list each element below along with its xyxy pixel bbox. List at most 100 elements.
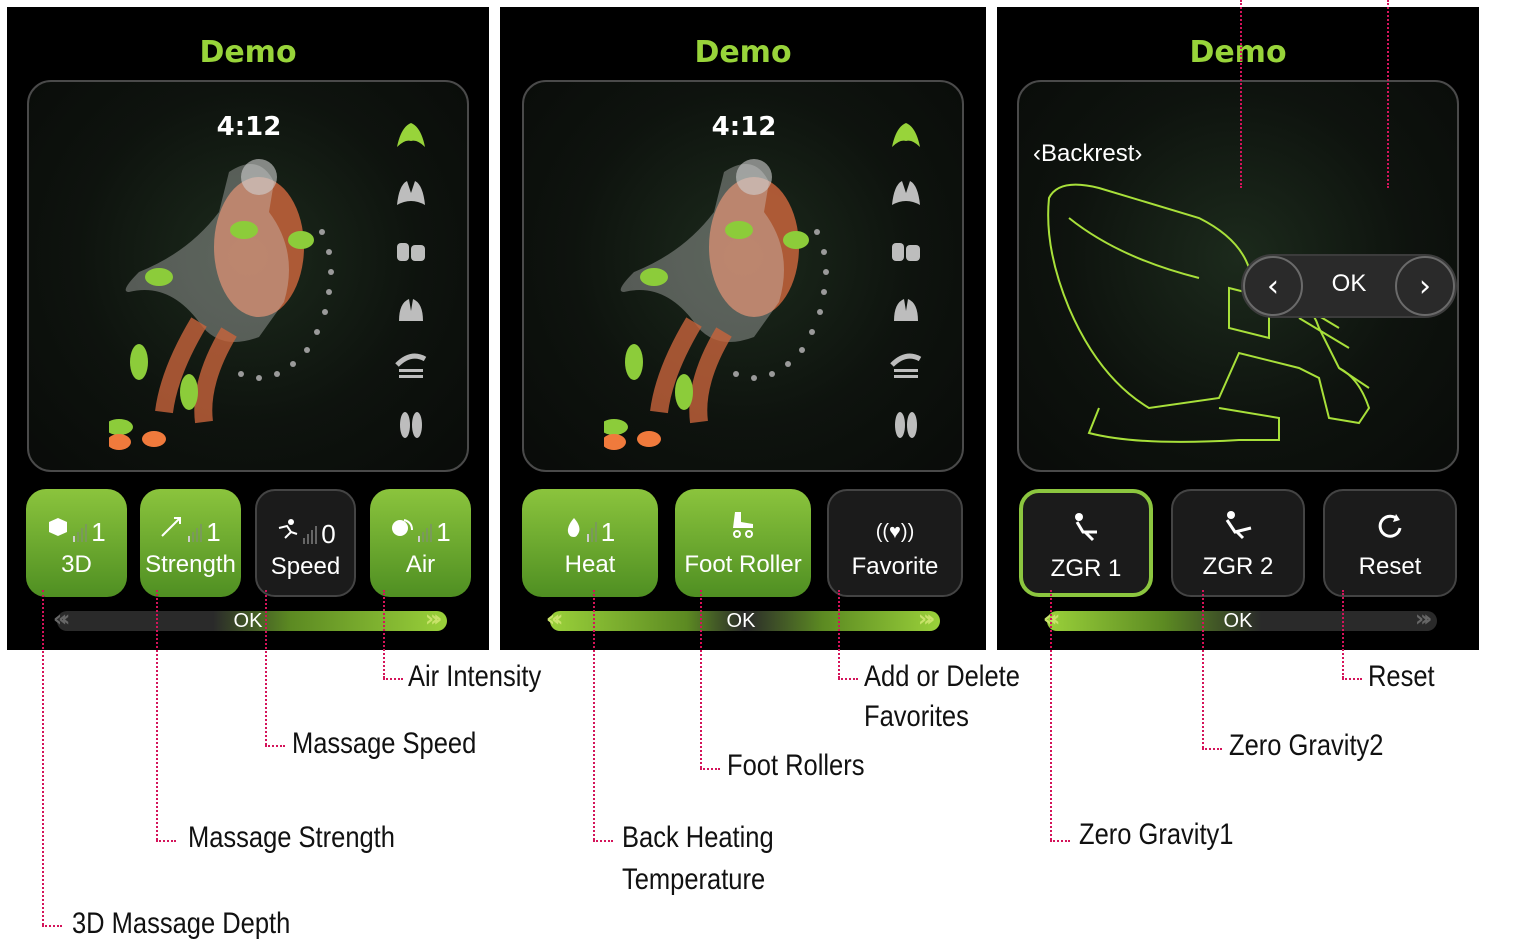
zgr2-button[interactable]: ZGR 2 [1171,489,1305,597]
level-bars-icon [418,520,433,542]
next-arrow-button[interactable]: › [1395,256,1455,316]
roll-icon[interactable] [876,338,936,396]
favorite-button[interactable]: ((♥)) Favorite [827,489,963,597]
leader-line [593,590,595,840]
screen-title: Demo [1189,35,1287,70]
shiatsu-icon[interactable] [876,280,936,338]
button-label: Heat [564,551,616,578]
strength-button[interactable]: 1 Strength [140,489,241,597]
leader-line [42,925,62,927]
massage-technique-list [876,106,936,454]
foot-roller-icon [729,510,757,545]
level-value: 1 [600,517,616,547]
foot-roller-button[interactable]: Foot Roller [675,489,811,597]
ok-label[interactable]: OK [218,610,278,633]
tap-icon[interactable] [876,164,936,222]
body-figure-image [109,159,334,450]
leader-line [593,840,613,842]
level-bars-icon [303,522,318,544]
chevron-left-icon: «‹ [546,607,563,632]
leader-line [1050,840,1070,842]
button-label: Speed [270,553,341,580]
zgr1-button[interactable]: ZGR 1 [1019,489,1153,597]
level-bars-icon [586,520,597,542]
body-panel: 4:12 [522,80,964,472]
level-value: 1 [91,517,106,547]
knead-icon[interactable] [381,106,441,164]
running-icon [275,518,299,547]
speed-button[interactable]: 0 Speed [255,489,356,597]
massage-technique-list [381,106,441,454]
roll-icon[interactable] [381,338,441,396]
3d-depth-button[interactable]: 1 3D [26,489,127,597]
knead-icon[interactable] [876,106,936,164]
screen-backrest: Demo ‹Backrest› ‹ OK › ZGR 1 ZGR 2 Reset… [997,7,1479,650]
leader-line [700,590,702,768]
callout-air: Air Intensity [408,660,542,693]
button-label: ZGR 2 [1202,553,1274,580]
shiatsu-icon[interactable] [381,280,441,338]
callout-foot-rollers: Foot Rollers [727,749,865,782]
level-bars-icon [188,520,203,542]
callout-zero-gravity2: Zero Gravity2 [1229,729,1384,762]
section-label: ‹Backrest› [1033,140,1143,167]
screen-heat-foot: Demo 4:12 1 Heat Foot Roller ((♥)) Favor… [500,7,986,650]
level-bars-icon [73,520,88,542]
clap-icon[interactable] [381,222,441,280]
prev-arrow-button[interactable]: ‹ [1243,256,1303,316]
leader-line [156,840,176,842]
leader-line [1342,678,1362,680]
callout-favorites-line1: Add or Delete [864,660,1020,693]
leader-line [265,745,285,747]
leader-line [700,768,720,770]
callout-zero-gravity1: Zero Gravity1 [1079,818,1234,851]
level-value: 1 [436,517,451,547]
reset-arrows-icon [1376,512,1404,547]
favorite-heart-icon: ((♥)) [875,521,915,543]
leader-line [1202,590,1204,748]
callout-heat-line2: Temperature [622,863,766,896]
recline-person-icon [1223,510,1253,547]
leader-line [1202,748,1222,750]
leader-line [265,590,267,745]
ok-label[interactable]: OK [1208,610,1268,633]
leader-line [838,590,840,678]
leader-line [383,590,385,678]
level-value: 0 [321,519,336,549]
cube-icon [47,516,69,545]
feet-icon[interactable] [876,396,936,454]
air-button[interactable]: 1 Air [370,489,471,597]
clap-icon[interactable] [876,222,936,280]
screen-massage-settings: Demo 4:12 1 3D 1 Strength 0 Speed 1 Air … [7,7,489,650]
callout-speed: Massage Speed [292,727,477,760]
button-label: 3D [61,551,92,578]
leader-line [1050,590,1052,840]
leader-line [1342,590,1344,678]
strength-icon [160,516,184,545]
callout-favorites-line2: Favorites [864,700,969,733]
button-label: Foot Roller [684,551,802,578]
chevron-right-icon: »› [1415,607,1432,632]
feet-icon[interactable] [381,396,441,454]
ok-label[interactable]: OK [711,610,771,633]
button-label: ZGR 1 [1050,555,1122,582]
callout-heat-line1: Back Heating [622,821,774,854]
screen-title: Demo [199,35,297,70]
heat-button[interactable]: 1 Heat [522,489,658,597]
air-icon [390,516,414,545]
leader-line [156,590,158,840]
reset-button[interactable]: Reset [1323,489,1457,597]
button-label: Favorite [851,553,939,580]
callout-strength: Massage Strength [188,821,395,854]
button-label: Air [405,551,436,578]
callout-3d-depth: 3D Massage Depth [72,907,291,940]
backrest-nav-control: ‹ OK › [1241,254,1457,318]
chevron-right-icon: »› [918,607,935,632]
nav-ok-button[interactable]: OK [1303,270,1395,298]
leader-line [42,590,44,925]
tap-icon[interactable] [381,164,441,222]
chevron-left-icon: «‹ [53,607,70,632]
flame-icon [565,516,583,545]
chevron-left-icon: «‹ [1043,607,1060,632]
screen-title: Demo [694,35,792,70]
